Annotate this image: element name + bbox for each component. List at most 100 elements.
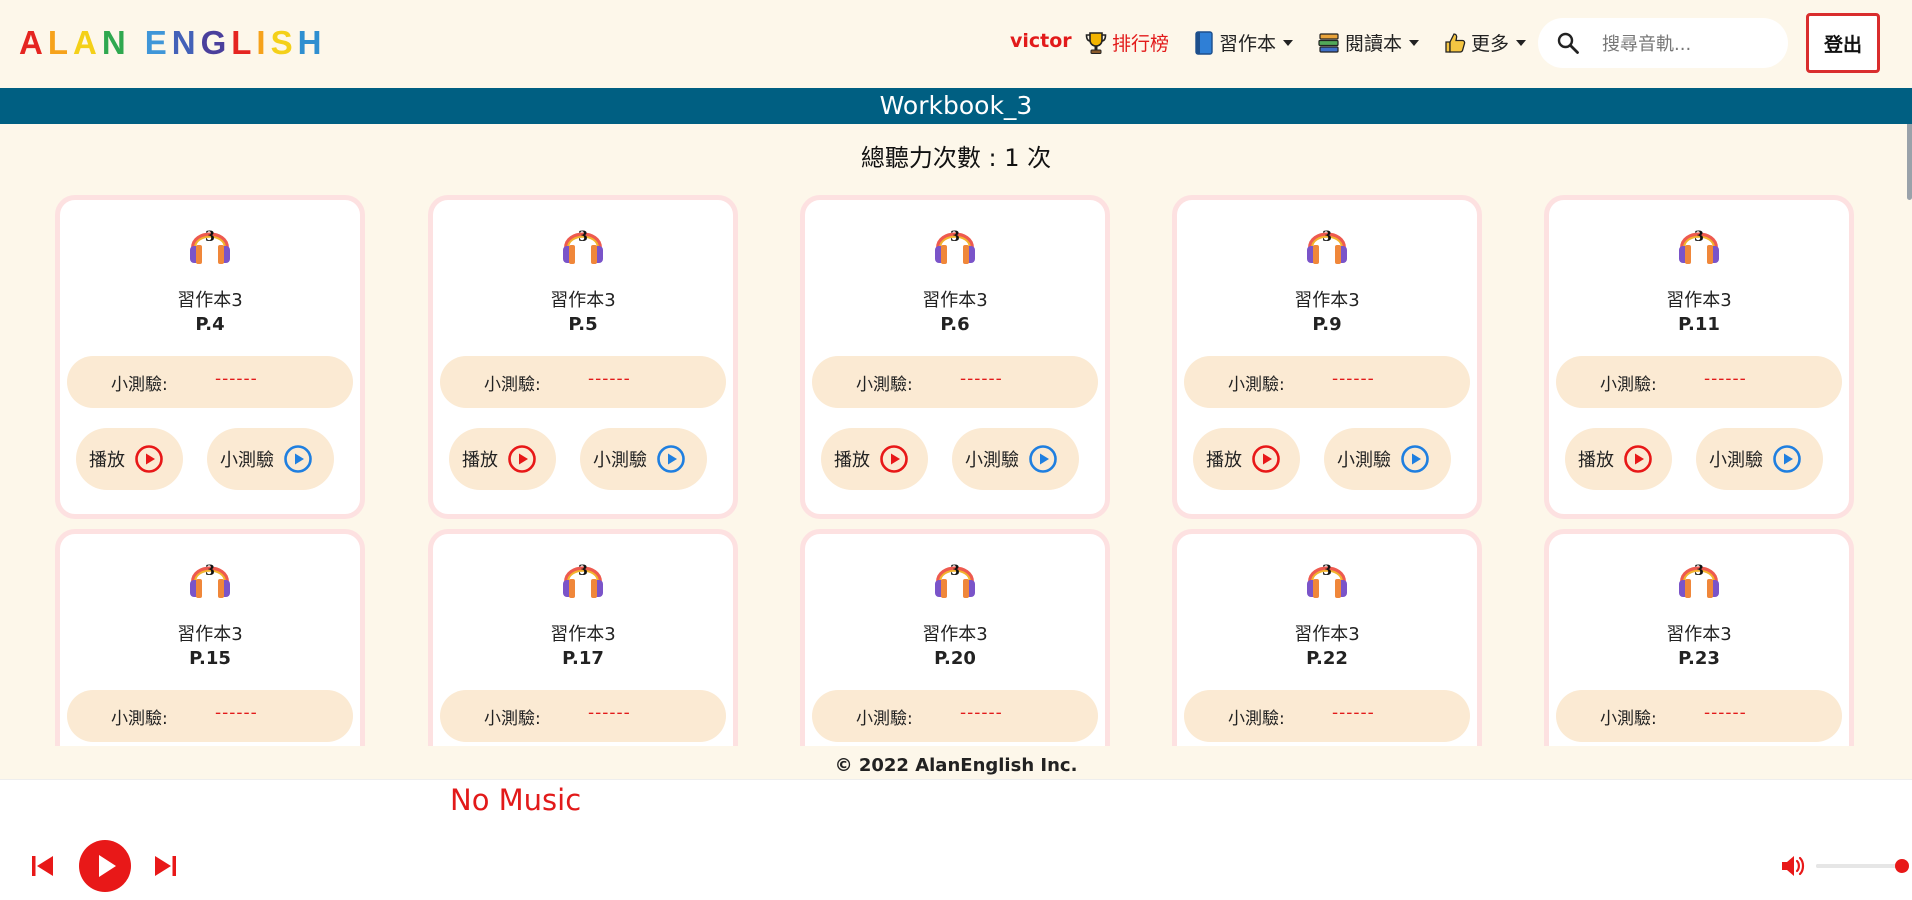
volume-slider[interactable] [1816,859,1909,873]
track-card: 3 習作本3 P.15 小測驗: ------ 播放 小測驗 [55,529,365,746]
quiz-score-row: 小測驗: ------ [1184,690,1470,742]
logout-button[interactable]: 登出 [1806,13,1880,73]
quiz-score-label: 小測驗: [1228,709,1285,729]
headphones-icon: 3 [1307,229,1347,264]
svg-text:3: 3 [1322,229,1332,245]
svg-text:3: 3 [950,229,960,245]
quiz-score-label: 小測驗: [111,375,168,395]
volume-slider-handle[interactable] [1895,859,1909,873]
play-track-button[interactable]: 播放 [1565,428,1672,490]
card-book-title: 習作本3 [550,624,616,645]
card-page-number: P.6 [940,314,970,335]
start-quiz-button[interactable]: 小測驗 [952,428,1079,490]
card-page-number: P.11 [1678,314,1720,335]
quiz-score-value: ------ [1704,369,1747,389]
svg-text:3: 3 [578,563,588,579]
search-input[interactable] [1600,28,1779,60]
quiz-score-row: 小測驗: ------ [67,356,353,408]
play-circle-icon [508,445,536,473]
nav-workbook-dropdown[interactable]: 習作本 [1194,29,1294,56]
play-circle-icon [1624,445,1652,473]
track-card: 3 習作本3 P.20 小測驗: ------ 播放 小測驗 [800,529,1110,746]
username[interactable]: victor [1010,30,1072,52]
start-quiz-button[interactable]: 小測驗 [207,428,334,490]
play-track-button[interactable]: 播放 [449,428,556,490]
quiz-button-label: 小測驗 [1337,450,1391,471]
logo-letter: G [200,24,232,61]
search-icon[interactable] [1556,31,1580,55]
headphones-icon: 3 [1679,563,1719,598]
svg-text:3: 3 [205,229,215,245]
page-title: Workbook_3 [0,88,1912,124]
quiz-button-label: 小測驗 [220,450,274,471]
trophy-icon [1085,31,1107,54]
nav-reading-dropdown[interactable]: 閱讀本 [1318,29,1420,56]
previous-track-icon[interactable] [30,853,56,879]
nav-ranking-label: 排行榜 [1112,33,1170,55]
start-quiz-button[interactable]: 小測驗 [1324,428,1451,490]
quiz-score-row: 小測驗: ------ [440,690,726,742]
copyright-text: © 2022 AlanEnglish Inc. [834,755,1078,776]
track-card-grid: 3 習作本3 P.4 小測驗: ------ 播放 小測驗 3 習作本3 P.5… [0,190,1906,746]
alan-english-logo[interactable]: ALAN ENGLISH [19,24,326,62]
card-page-number: P.9 [1312,314,1342,335]
caret-down-icon [1516,39,1527,46]
quiz-score-label: 小測驗: [1228,375,1285,395]
card-page-number: P.22 [1306,648,1348,669]
logo-letter: A [19,24,48,61]
main-play-button[interactable] [79,840,131,892]
quiz-score-label: 小測驗: [111,709,168,729]
caret-down-icon [1409,39,1420,46]
track-card: 3 習作本3 P.5 小測驗: ------ 播放 小測驗 [428,195,738,519]
track-card: 3 習作本3 P.11 小測驗: ------ 播放 小測驗 [1544,195,1854,519]
play-circle-icon [1401,445,1429,473]
quiz-score-row: 小測驗: ------ [812,356,1098,408]
quiz-button-label: 小測驗 [965,450,1019,471]
quiz-score-value: ------ [1332,703,1375,723]
logo-letter: N [101,24,131,61]
quiz-score-value: ------ [588,703,631,723]
start-quiz-button[interactable]: 小測驗 [580,428,707,490]
play-track-button[interactable]: 播放 [821,428,928,490]
card-page-number: P.4 [195,314,225,335]
play-circle-icon [1252,445,1280,473]
next-track-icon[interactable] [152,853,178,879]
play-circle-icon [135,445,163,473]
logo-letter: H [297,24,327,61]
logo-letter: L [47,24,74,61]
headphones-icon: 3 [935,229,975,264]
quiz-score-value: ------ [215,369,258,389]
svg-text:3: 3 [1694,229,1704,245]
card-book-title: 習作本3 [550,290,616,311]
start-quiz-button[interactable]: 小測驗 [1696,428,1823,490]
nav-more-dropdown[interactable]: 更多 [1444,29,1527,56]
card-book-title: 習作本3 [1666,290,1732,311]
card-book-title: 習作本3 [922,624,988,645]
logo-letter: N [171,24,201,61]
card-book-title: 習作本3 [177,624,243,645]
headphones-icon: 3 [1679,229,1719,264]
now-playing-title: No Music [450,783,582,817]
svg-text:3: 3 [1694,563,1704,579]
track-card: 3 習作本3 P.4 小測驗: ------ 播放 小測驗 [55,195,365,519]
play-track-button[interactable]: 播放 [1193,428,1300,490]
play-circle-icon [284,445,312,473]
card-book-title: 習作本3 [1666,624,1732,645]
play-button-label: 播放 [1578,450,1614,471]
nav-reading-label: 閱讀本 [1345,33,1403,55]
play-icon [99,855,116,877]
volume-icon[interactable] [1779,852,1807,880]
headphones-icon: 3 [563,229,603,264]
blue-book-icon [1195,30,1213,55]
total-listen-count: 總聽力次數 : 1 次 [860,144,1052,172]
quiz-score-label: 小測驗: [1600,375,1657,395]
quiz-button-label: 小測驗 [593,450,647,471]
card-page-number: P.5 [568,314,598,335]
play-track-button[interactable]: 播放 [76,428,183,490]
logo-letter: S [270,24,298,61]
quiz-score-value: ------ [1332,369,1375,389]
quiz-button-label: 小測驗 [1709,450,1763,471]
quiz-score-row: 小測驗: ------ [812,690,1098,742]
nav-ranking[interactable]: 排行榜 [1085,29,1169,56]
card-book-title: 習作本3 [177,290,243,311]
